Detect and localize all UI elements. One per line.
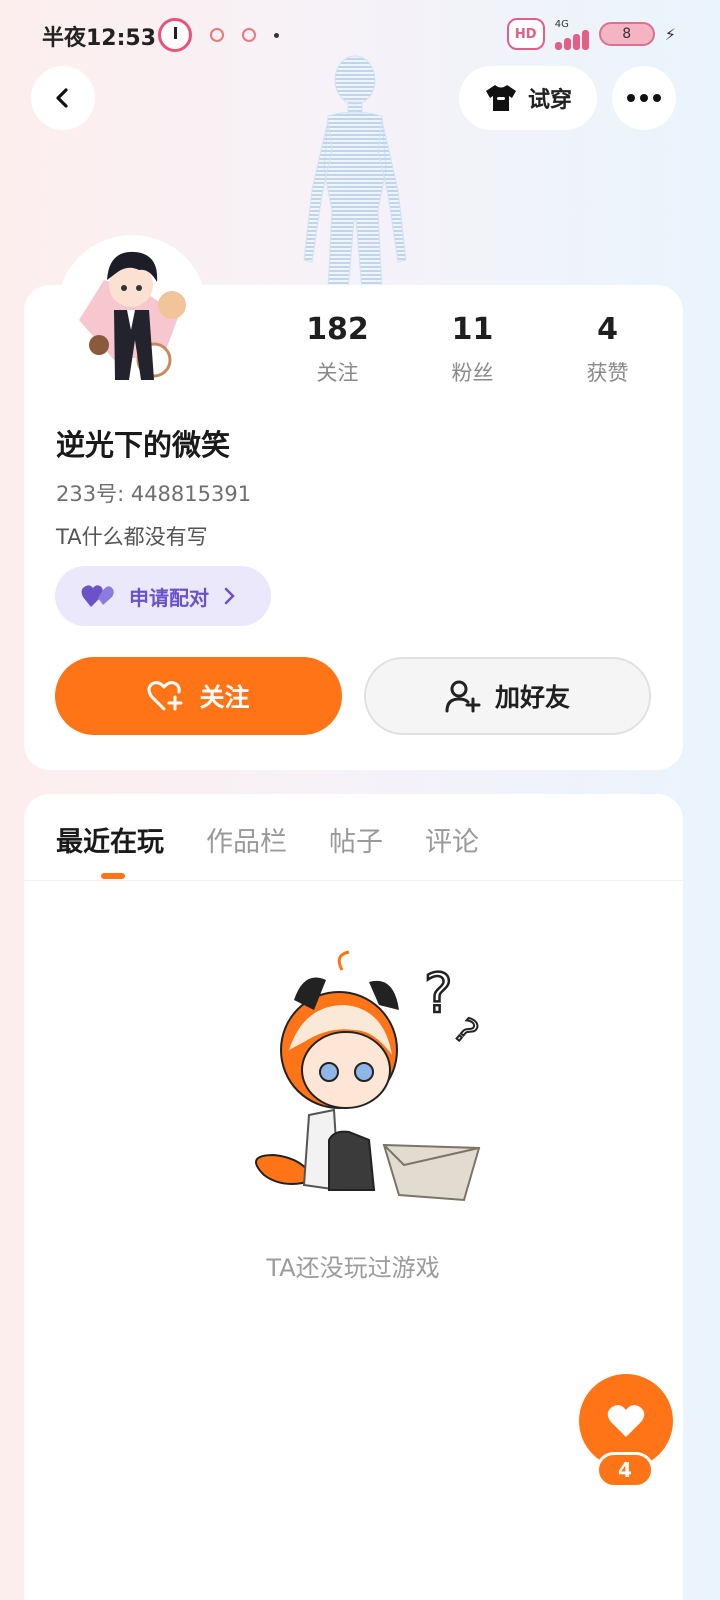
user-bio: TA什么都没有写 (56, 525, 208, 549)
notification-icon (210, 28, 224, 42)
follow-button[interactable]: 关注 (55, 657, 342, 735)
more-notifications-icon (274, 32, 279, 38)
back-button[interactable] (31, 66, 95, 130)
heart-icon (607, 1405, 645, 1437)
signal-icon: 4G (554, 18, 589, 50)
avatar-hologram (303, 55, 407, 290)
add-friend-button[interactable]: 加好友 (364, 657, 651, 735)
tab-comments[interactable]: 评论 (425, 820, 479, 859)
empty-state-illustration: ? ? (255, 950, 486, 1202)
stat-label: 获赞 (586, 361, 629, 385)
pair-request-button[interactable]: 申请配对 (55, 566, 271, 626)
stat-followers[interactable]: 11 粉丝 (405, 312, 540, 387)
stat-value: 4 (597, 312, 618, 347)
app-notification-icon (242, 28, 256, 42)
battery-level: 8 (622, 26, 632, 42)
username: 逆光下的微笑 (56, 428, 231, 462)
status-icons-right: HD 4G 8 ⚡ (506, 18, 676, 50)
alarm-icon (158, 18, 192, 52)
stat-label: 粉丝 (451, 361, 494, 385)
pair-request-label: 申请配对 (129, 585, 209, 610)
stat-label: 关注 (316, 361, 359, 385)
stat-value: 11 (451, 312, 494, 347)
try-on-button[interactable]: 试穿 (459, 66, 597, 130)
back-arrow-icon (56, 88, 68, 108)
battery-icon: 8 (598, 22, 655, 46)
stat-value: 182 (306, 312, 369, 347)
tab-posts[interactable]: 帖子 (329, 820, 383, 859)
try-on-label: 试穿 (527, 88, 572, 113)
add-user-icon (445, 680, 481, 713)
like-count: 4 (596, 1452, 654, 1488)
svg-text:?: ? (424, 962, 453, 1025)
profile-tabs: 最近在玩 作品栏 帖子 评论 (56, 820, 479, 859)
charging-icon: ⚡ (664, 24, 676, 44)
chevron-right-icon (224, 587, 235, 605)
add-friend-label: 加好友 (494, 683, 570, 712)
tab-indicator (101, 873, 125, 879)
follow-label: 关注 (199, 683, 250, 712)
network-type: 4G (554, 18, 569, 30)
tshirt-icon (485, 85, 516, 111)
tab-divider (24, 880, 683, 881)
profile-stats: 182 关注 11 粉丝 4 获赞 (270, 312, 675, 387)
status-icons-left (158, 18, 279, 52)
hd-icon: HD (506, 18, 545, 50)
stat-following[interactable]: 182 关注 (270, 312, 405, 387)
tab-recently-played[interactable]: 最近在玩 (56, 820, 164, 859)
stat-likes[interactable]: 4 获赞 (540, 312, 675, 387)
more-dots-icon (627, 94, 661, 102)
status-time: 半夜12:53 (42, 26, 157, 51)
user-id: 233号: 448815391 (56, 482, 252, 506)
tab-works[interactable]: 作品栏 (206, 820, 287, 859)
more-button[interactable] (612, 66, 676, 130)
avatar[interactable] (69, 240, 195, 390)
heart-plus-icon (147, 681, 183, 711)
double-heart-icon (81, 585, 114, 607)
empty-state-text: TA还没玩过游戏 (266, 1254, 440, 1282)
